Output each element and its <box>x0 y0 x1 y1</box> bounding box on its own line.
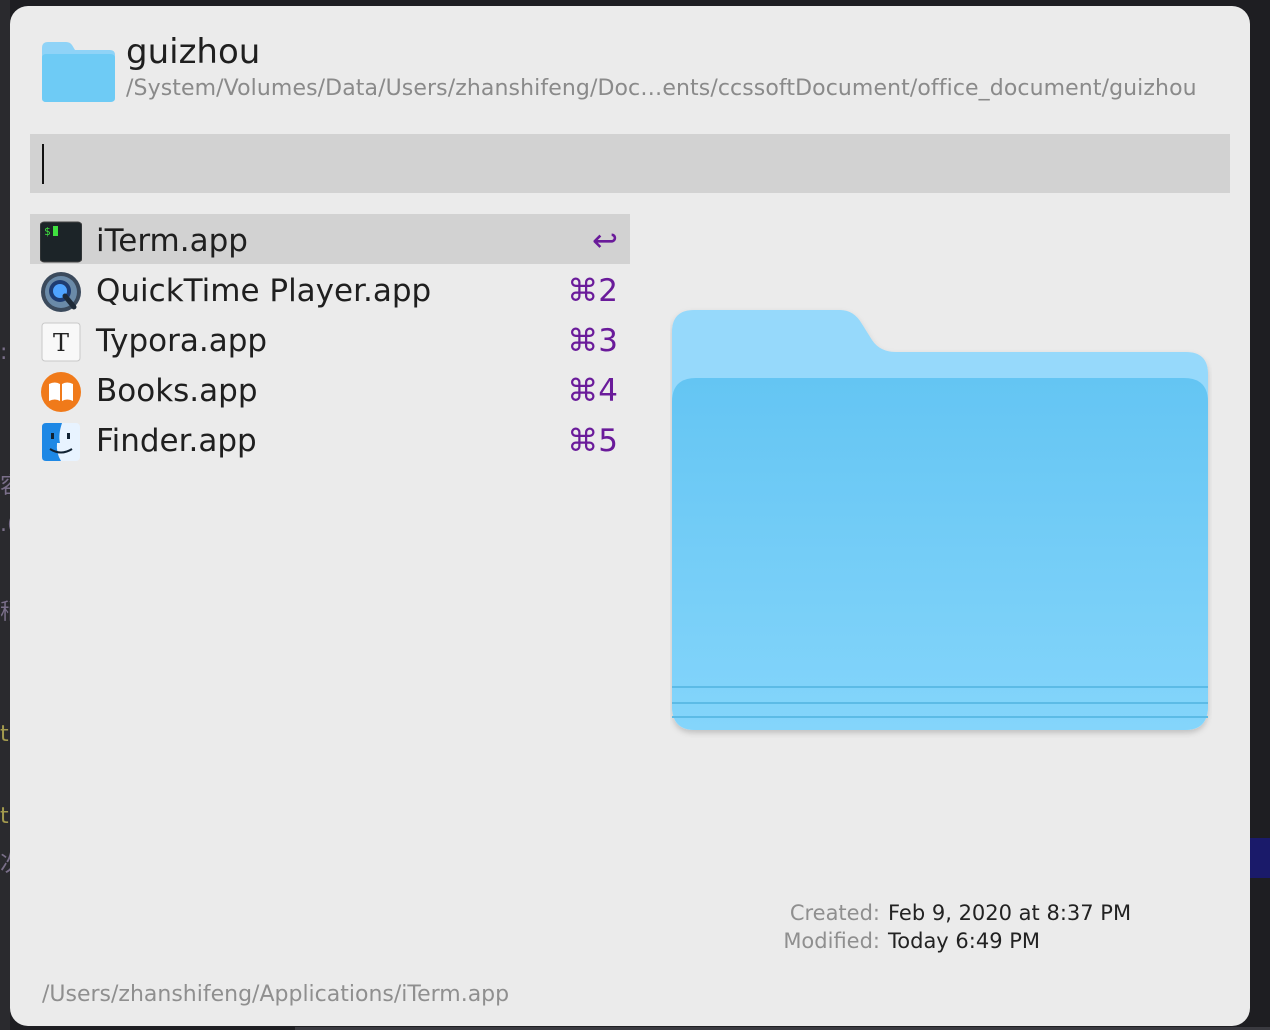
list-item-label: Typora.app <box>96 323 268 359</box>
folder-icon <box>42 42 115 102</box>
iterm-icon: $ <box>40 221 82 263</box>
search-input[interactable] <box>30 134 1230 193</box>
background-glyph: : <box>0 340 8 365</box>
background-glyph: t <box>0 804 9 829</box>
footer-path: /Users/zhanshifeng/Applications/iTerm.ap… <box>42 982 510 1007</box>
list-item-label: Finder.app <box>96 423 257 459</box>
text-caret <box>42 144 44 184</box>
shortcut-hint: ⌘5 <box>567 423 618 459</box>
quicktime-icon <box>41 272 81 312</box>
results-list: $ iTerm.app ↩ QuickTime Player.app ⌘2 T … <box>30 214 630 464</box>
selected-item-path: /System/Volumes/Data/Users/zhanshifeng/D… <box>126 76 1197 101</box>
svg-text:T: T <box>53 329 69 357</box>
list-item[interactable]: T Typora.app ⌘3 <box>30 314 630 364</box>
launcher-panel: guizhou /System/Volumes/Data/Users/zhans… <box>10 6 1250 1026</box>
books-icon <box>41 372 81 412</box>
return-key-hint: ↩ <box>592 223 618 259</box>
list-item-label: iTerm.app <box>96 223 248 259</box>
modified-label: Modified: <box>783 929 880 953</box>
shortcut-hint: ⌘2 <box>567 273 618 309</box>
folder-preview-icon <box>672 310 1208 730</box>
background-glyph: t <box>0 722 9 747</box>
created-label: Created: <box>789 901 880 925</box>
list-item-label: Books.app <box>96 373 258 409</box>
shortcut-hint: ⌘3 <box>567 323 618 359</box>
finder-icon <box>42 423 80 461</box>
file-metadata: Created: Feb 9, 2020 at 8:37 PM Modified:… <box>770 901 1131 957</box>
shortcut-hint: ⌘4 <box>567 373 618 409</box>
created-row: Created: Feb 9, 2020 at 8:37 PM <box>770 901 1131 929</box>
background-bar <box>1248 838 1270 878</box>
created-value: Feb 9, 2020 at 8:37 PM <box>888 901 1132 925</box>
list-item[interactable]: $ iTerm.app ↩ <box>30 214 630 264</box>
list-item[interactable]: QuickTime Player.app ⌘2 <box>30 264 630 314</box>
list-item-label: QuickTime Player.app <box>96 273 432 309</box>
list-item[interactable]: Finder.app ⌘5 <box>30 414 630 464</box>
modified-row: Modified: Today 6:49 PM <box>770 929 1131 957</box>
selected-item-title: guizhou <box>126 32 261 72</box>
modified-value: Today 6:49 PM <box>888 929 1041 953</box>
svg-text:$: $ <box>44 225 51 238</box>
list-item[interactable]: Books.app ⌘4 <box>30 364 630 414</box>
typora-icon: T <box>41 322 81 362</box>
